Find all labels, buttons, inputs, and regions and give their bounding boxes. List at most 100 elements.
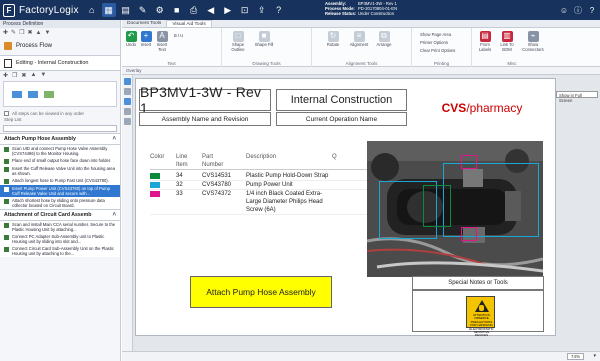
add-step-icon[interactable]: ✚ <box>3 72 8 79</box>
info-icon[interactable]: ⓘ <box>572 4 584 16</box>
tab-document-tools[interactable]: Document Tools <box>122 20 166 27</box>
bold-italic-underline[interactable]: B I U <box>174 33 183 38</box>
process-editor-icon[interactable]: ▦ <box>101 3 116 17</box>
header-part-number: Part Number <box>202 154 224 168</box>
edit-icon[interactable]: ✎ <box>11 29 16 36</box>
show-connectors-button[interactable]: ⌁ Show Connectors <box>520 31 546 52</box>
chevron-up-icon[interactable]: ˄ <box>112 136 116 142</box>
step-text: Scan UID and connect Pump Hose Valve Ass… <box>12 146 108 156</box>
pump-unit-callout[interactable] <box>443 163 539 237</box>
shape-outline-icon: □ <box>232 31 244 42</box>
ribbon: ↶ Undo + Insert A Insert Text B I U Text □ S… <box>122 28 600 67</box>
operation-name-box[interactable]: Internal Construction <box>276 89 407 111</box>
work-instruction-page[interactable]: BP3MV1-3W - Rev 1 Assembly Name and Revi… <box>135 78 556 337</box>
editing-label: Editing - Internal Construction <box>16 60 89 66</box>
step-item-selected[interactable]: Insert Pump Power Unit (CVS43780) on top… <box>0 185 120 197</box>
tools-icon[interactable]: ✎ <box>136 3 150 17</box>
operation-step-box[interactable]: Attach Pump Hose Assembly <box>190 276 332 308</box>
text-group: ↶ Undo + Insert A Insert Text B I U Text <box>122 28 222 67</box>
parts-row[interactable]: 34 CVS14531 Plastic Pump Hold-Down Strap <box>150 172 375 181</box>
full-screen-tooltip: Show in Full Screen <box>556 91 598 103</box>
step-item[interactable]: Insert the Cuff Release Valve Unit into … <box>0 165 120 177</box>
printer-options-option[interactable]: Printer Options <box>420 40 448 45</box>
copy-icon[interactable]: ❐ <box>19 29 24 36</box>
brand-logo: CVS/pharmacy <box>412 89 552 126</box>
move-up-icon[interactable]: ▲ <box>35 30 41 36</box>
delete-step-icon[interactable]: ✖ <box>21 72 26 79</box>
logo-mark: F <box>3 3 15 17</box>
parts-row[interactable]: 32 CVS43780 Pump Power Unit <box>150 181 375 190</box>
help-circle-icon[interactable]: ? <box>586 4 598 16</box>
link-to-bom-button[interactable]: ▥ Link To BOM <box>498 31 516 52</box>
esd-hand-icon <box>479 305 484 311</box>
export-icon[interactable]: ⇪ <box>255 3 269 17</box>
screw-callout-top[interactable] <box>461 155 477 169</box>
checkbox-box[interactable] <box>4 110 9 116</box>
part-number: CVS43780 <box>202 182 232 188</box>
zoom-tool-icon[interactable] <box>123 98 131 105</box>
select-tool-icon[interactable] <box>123 78 131 85</box>
home-icon[interactable]: ⌂ <box>85 3 99 17</box>
down-step-icon[interactable]: ▼ <box>40 72 46 78</box>
tab-visual-aid-tools[interactable]: Visual Aid Tools <box>166 20 212 27</box>
rotate-button[interactable]: ↻ Rotate <box>324 31 342 48</box>
alignment-button[interactable]: ≡ Alignment <box>348 31 370 48</box>
add-icon[interactable]: ✚ <box>3 29 8 36</box>
step-group-header[interactable]: Attach Pump Hose Assembly ˄ <box>0 133 120 145</box>
documents-icon[interactable]: ▤ <box>119 3 133 17</box>
assembly-name-box[interactable]: BP3MV1-3W - Rev 1 <box>139 84 271 116</box>
arrange-button[interactable]: ⧉ Arrange <box>374 31 394 48</box>
brand-part1: CVS <box>441 100 467 115</box>
process-flow-item[interactable]: Process Flow <box>0 37 120 55</box>
print-icon[interactable]: ⎙ <box>187 3 201 17</box>
lock-icon[interactable]: ⊡ <box>238 3 252 17</box>
crop-tool-icon[interactable] <box>123 108 131 115</box>
chevron-up-icon[interactable]: ˄ <box>112 212 116 218</box>
step-list-label: Step List <box>4 117 22 122</box>
strap-callout[interactable] <box>423 185 451 227</box>
step-icon <box>4 247 9 252</box>
parts-row[interactable]: 33 CVS74372 1/4 inch Black Coated Extra-… <box>150 190 375 215</box>
zoom-level[interactable]: 74% <box>566 353 584 360</box>
step-item[interactable]: Scan and install Main CCA serial number.… <box>0 221 120 233</box>
step-item[interactable]: Scan UID and connect Pump Hose Valve Ass… <box>0 145 120 157</box>
shape-fill-button[interactable]: ■ Shape Fill <box>254 31 274 48</box>
zoom-dropdown-icon[interactable]: ▾ <box>593 353 596 359</box>
step-text: Connect PC Adapter Sub-Assembly unit to … <box>12 234 105 244</box>
show-page-area-option[interactable]: Show Page Area <box>420 32 451 37</box>
back-icon[interactable]: ◀ <box>204 3 218 17</box>
any-order-checkbox[interactable]: All steps can be viewed in any order <box>0 109 120 117</box>
up-step-icon[interactable]: ▲ <box>30 72 36 78</box>
save-icon[interactable]: ■ <box>170 3 184 17</box>
step-item[interactable]: Place end of small output hose face down… <box>0 157 120 165</box>
overlay-bar[interactable]: Overlay <box>122 67 600 75</box>
delete-icon[interactable]: ✖ <box>27 29 32 36</box>
from-labels-button[interactable]: ▤ From Labels <box>476 31 494 52</box>
undo-button[interactable]: ↶ Undo <box>124 31 138 48</box>
shape-outline-button[interactable]: □ Shape Outline <box>226 31 250 52</box>
insert-button[interactable]: + Insert <box>139 31 153 48</box>
step-search-input[interactable] <box>3 125 117 132</box>
top-bar: F FactoryLogix ⌂ ▦ ▤ ✎ ⚙ ■ ⎙ ◀ ▶ ⊡ ⇪ ? A… <box>0 0 600 20</box>
workflow-node <box>44 91 54 98</box>
process-definition-header: Process Definition <box>0 20 120 28</box>
clear-print-options-option[interactable]: Clear Print Options <box>420 48 455 53</box>
step-item[interactable]: Connect Circuit Card Sub-Assembly Unit o… <box>0 245 120 257</box>
assembly-photo[interactable] <box>367 141 543 277</box>
step-item[interactable]: Connect PC Adapter Sub-Assembly unit to … <box>0 233 120 245</box>
settings-icon[interactable]: ⚙ <box>153 3 167 17</box>
help-icon[interactable]: ? <box>272 3 286 17</box>
screw-callout-bottom[interactable] <box>461 227 477 241</box>
pan-tool-icon[interactable] <box>123 88 131 95</box>
step-item[interactable]: Attach longest hose to Pump Fast Unit (C… <box>0 177 120 185</box>
forward-icon[interactable]: ▶ <box>221 3 235 17</box>
step-item[interactable]: Attach shortest hose by sliding onto pre… <box>0 197 120 209</box>
move-down-icon[interactable]: ▼ <box>44 30 50 36</box>
step-group-header[interactable]: Attachment of Circuit Card Assemb ˄ <box>0 209 120 221</box>
insert-text-button[interactable]: A Insert Text <box>154 31 170 52</box>
copy-step-icon[interactable]: ❐ <box>12 72 17 79</box>
user-icon[interactable]: ☺ <box>558 4 570 16</box>
step-text: Attach longest hose to Pump Fast Unit (C… <box>12 178 109 183</box>
workflow-mini-diagram[interactable] <box>3 81 117 107</box>
text-tool-icon[interactable] <box>123 118 131 125</box>
